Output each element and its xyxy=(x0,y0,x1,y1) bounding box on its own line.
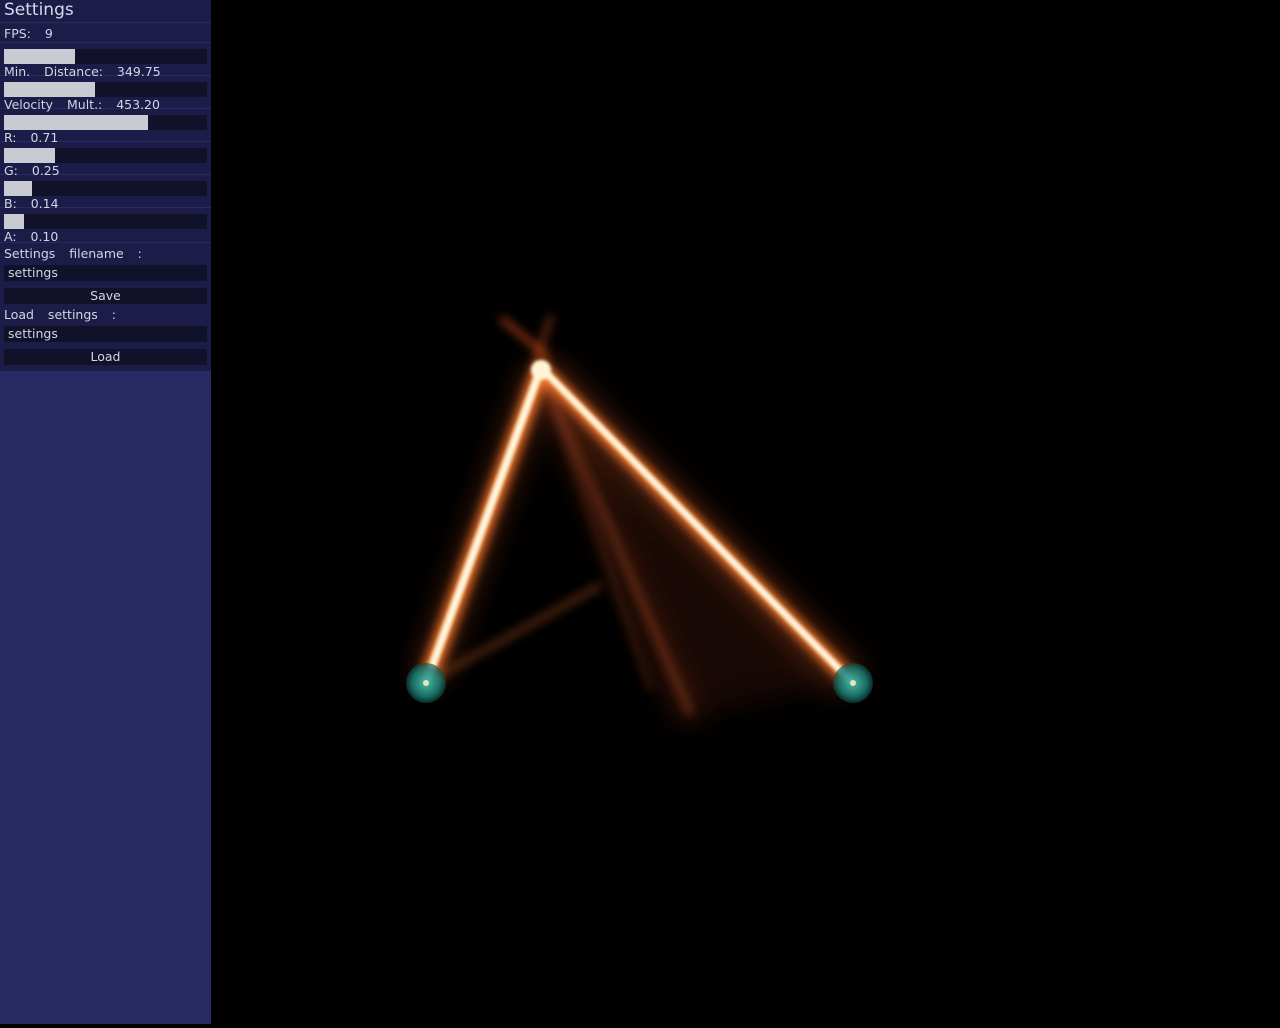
particle-haze xyxy=(411,357,866,725)
min-distance-slider-fill xyxy=(4,49,76,64)
alpha-slider-fill xyxy=(4,214,25,229)
min-distance-slider[interactable] xyxy=(4,49,207,64)
red-slider[interactable] xyxy=(4,115,207,130)
velocity-mult-slider-fill xyxy=(4,82,96,97)
attractor-node-left[interactable] xyxy=(406,663,446,703)
blue-slider[interactable] xyxy=(4,181,207,196)
particle-scene xyxy=(406,315,873,725)
fps-readout: FPS: 9 xyxy=(4,26,53,41)
alpha-slider[interactable] xyxy=(4,214,207,229)
blue-slider-fill xyxy=(4,181,33,196)
settings-panel: Settings FPS: 9 Min. Distance: 349.75 Ve… xyxy=(0,0,211,1024)
settings-filename-label: Settings filename : xyxy=(0,242,211,262)
velocity-mult-slider[interactable] xyxy=(4,82,207,97)
render-canvas[interactable] xyxy=(211,0,1280,1024)
attractor-node-right[interactable] xyxy=(833,663,873,703)
min-distance-slider-group: Min. Distance: 349.75 xyxy=(0,42,211,79)
load-button[interactable]: Load xyxy=(4,349,207,365)
green-slider[interactable] xyxy=(4,148,207,163)
green-slider-fill xyxy=(4,148,55,163)
load-settings-label: Load settings : xyxy=(4,307,116,322)
load-settings-input[interactable]: settings xyxy=(4,326,207,342)
red-slider-fill xyxy=(4,115,149,130)
settings-filename-input[interactable]: settings xyxy=(4,265,207,281)
settings-panel-content: Settings FPS: 9 Min. Distance: 349.75 Ve… xyxy=(0,0,211,371)
save-button[interactable]: Save xyxy=(4,288,207,304)
panel-title: Settings xyxy=(0,0,211,23)
